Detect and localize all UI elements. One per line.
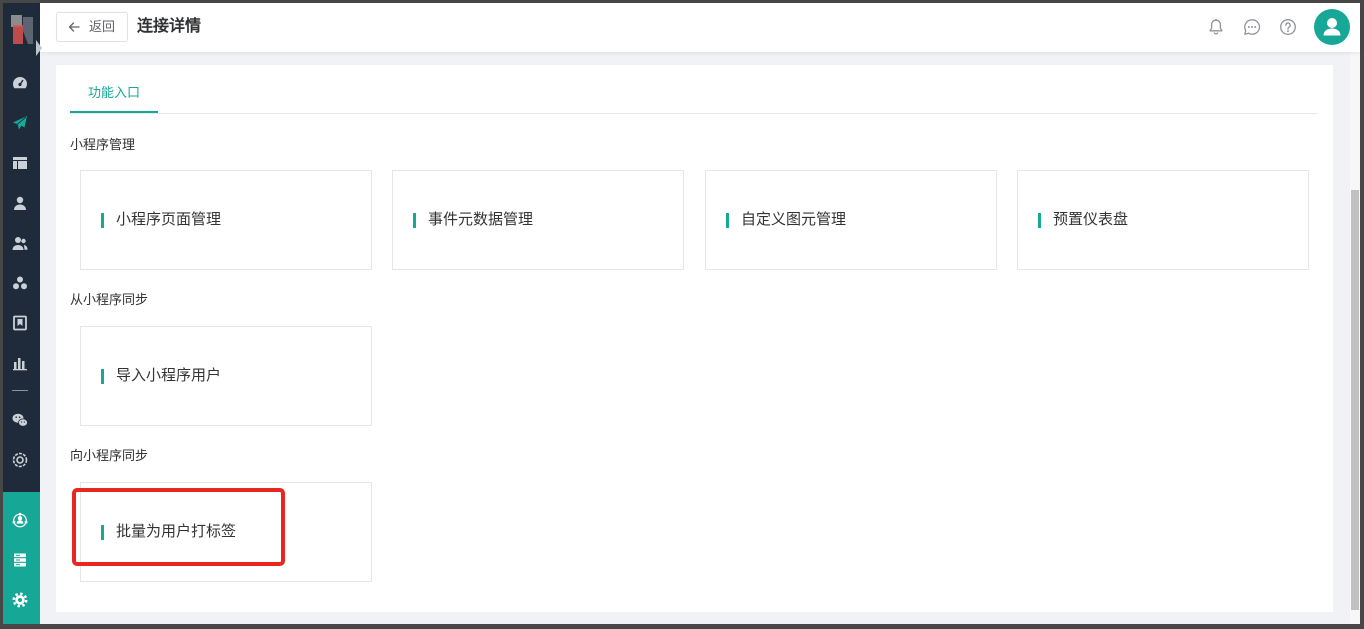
gear-icon: [12, 592, 28, 608]
sidebar-item-statistics[interactable]: [12, 355, 28, 371]
content-panel: 功能入口 小程序管理 小程序页面管理 事件元数据管理 自定义图元管理 预置仪表盘…: [56, 65, 1333, 612]
sidebar-bottom-section: [3, 492, 40, 624]
card-label: 自定义图元管理: [741, 211, 847, 228]
section-title-mini-program-management: 小程序管理: [70, 137, 136, 152]
help-button[interactable]: [1279, 18, 1297, 36]
dashboard-icon: [13, 77, 27, 89]
sidebar-item-target[interactable]: [12, 452, 28, 468]
tab-feature-entry[interactable]: 功能入口: [70, 77, 158, 113]
card-custom-element-management[interactable]: 自定义图元管理: [705, 170, 997, 270]
card-label: 批量为用户打标签: [116, 523, 237, 540]
sidebar-item-wechat[interactable]: [12, 412, 28, 428]
avatar-icon: [1314, 9, 1350, 45]
top-header: 返回 连接详情: [40, 3, 1360, 52]
tab-divider: [70, 113, 1318, 114]
card-page-management[interactable]: 小程序页面管理: [80, 170, 372, 270]
sidebar-divider: [12, 390, 28, 391]
sidebar-item-users[interactable]: [12, 235, 28, 251]
sidebar-item-settings[interactable]: [12, 592, 28, 608]
sidebar-collapse-arrow-icon[interactable]: [36, 40, 42, 56]
bookmark-icon: [13, 315, 27, 331]
target-icon: [12, 452, 28, 468]
messages-button[interactable]: [1243, 18, 1261, 36]
vertical-scrollbar[interactable]: [1350, 52, 1360, 624]
card-accent-bar: [726, 213, 729, 228]
cluster-icon: [13, 276, 27, 290]
card-accent-bar: [101, 369, 104, 384]
notifications-button[interactable]: [1207, 18, 1225, 36]
card-label: 小程序页面管理: [116, 211, 222, 228]
wechat-icon: [12, 413, 28, 427]
bell-icon: [1209, 18, 1223, 35]
sidebar-item-layout[interactable]: [12, 155, 28, 171]
sidebar-item-server[interactable]: [12, 552, 28, 568]
card-accent-bar: [101, 213, 104, 228]
section-title-sync-from-mini-program: 从小程序同步: [70, 292, 149, 307]
bar-chart-icon: [13, 358, 27, 371]
server-icon: [14, 553, 26, 567]
arrow-left-icon: [68, 21, 80, 33]
page-title: 连接详情: [137, 18, 202, 35]
sidebar-item-dashboard[interactable]: [12, 75, 28, 91]
users-icon: [12, 237, 28, 250]
card-accent-bar: [413, 213, 416, 228]
sidebar-item-user[interactable]: [12, 195, 28, 211]
back-button[interactable]: 返回: [56, 12, 128, 42]
scrollbar-thumb[interactable]: [1351, 190, 1359, 610]
sidebar: [3, 3, 40, 624]
card-accent-bar: [1038, 213, 1041, 228]
layout-icon: [13, 157, 27, 169]
card-preset-dashboard[interactable]: 预置仪表盘: [1017, 170, 1309, 270]
chat-icon: [1244, 19, 1261, 35]
sidebar-item-bookmark[interactable]: [12, 315, 28, 331]
user-icon: [14, 196, 26, 210]
card-batch-tag-users[interactable]: 批量为用户打标签: [80, 482, 372, 582]
sidebar-item-network[interactable]: [12, 512, 28, 528]
help-icon: [1280, 19, 1296, 35]
card-accent-bar: [101, 525, 104, 540]
app-logo[interactable]: [8, 12, 38, 48]
card-import-users[interactable]: 导入小程序用户: [80, 326, 372, 426]
card-label: 事件元数据管理: [428, 211, 534, 228]
network-icon: [12, 512, 28, 528]
sidebar-item-cluster[interactable]: [12, 275, 28, 291]
section-title-sync-to-mini-program: 向小程序同步: [70, 448, 149, 463]
card-event-metadata-management[interactable]: 事件元数据管理: [392, 170, 684, 270]
back-button-label: 返回: [89, 19, 116, 34]
card-label: 预置仪表盘: [1053, 211, 1129, 228]
user-avatar-button[interactable]: [1314, 9, 1350, 45]
tab-label: 功能入口: [87, 85, 140, 100]
card-label: 导入小程序用户: [116, 367, 222, 384]
main-content: 功能入口 小程序管理 小程序页面管理 事件元数据管理 自定义图元管理 预置仪表盘…: [40, 52, 1350, 624]
paper-plane-icon: [13, 116, 27, 130]
sidebar-item-send[interactable]: [12, 115, 28, 131]
app-logo-icon: [11, 15, 33, 44]
